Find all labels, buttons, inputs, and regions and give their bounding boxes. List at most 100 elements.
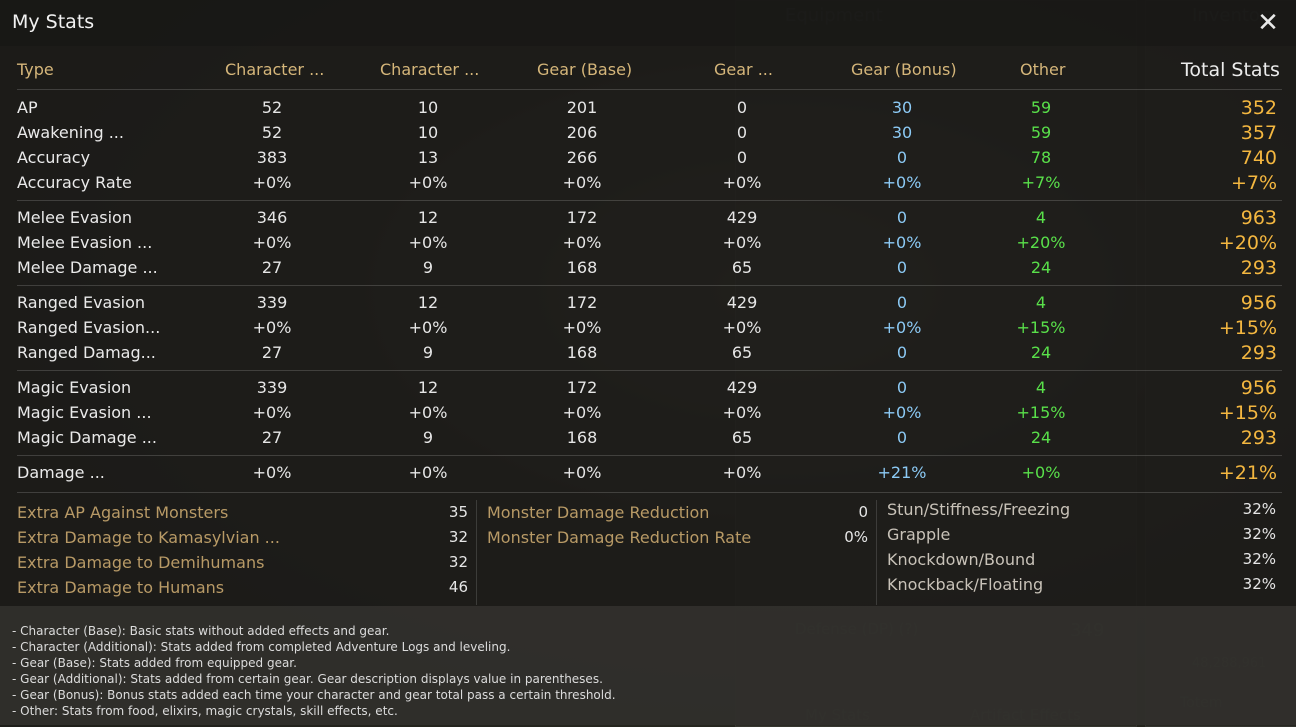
stat-character-additional: 9 xyxy=(422,428,434,447)
stat-character-base: 339 xyxy=(256,378,288,397)
extra-stat-value: 0 xyxy=(858,503,868,521)
stat-gear-additional: +0% xyxy=(722,233,762,252)
header-character-base: Character ... xyxy=(225,60,325,79)
extra-stat-label: Knockback/Floating xyxy=(887,575,1044,594)
stat-character-base: 27 xyxy=(261,343,283,362)
stat-character-additional: +0% xyxy=(408,173,448,192)
stat-row: AP 52 10 201 0 30 59 352 xyxy=(0,97,1296,122)
footnote-line: - Gear (Base): Stats added from equipped… xyxy=(12,656,297,670)
stat-total: 352 xyxy=(1240,97,1277,119)
stat-total: +15% xyxy=(1218,317,1277,339)
stat-name: Melee Evasion xyxy=(17,208,132,227)
stat-other: 24 xyxy=(1030,343,1052,362)
stat-other: 59 xyxy=(1030,123,1052,142)
stat-gear-base: +0% xyxy=(562,318,602,337)
stat-character-additional: 9 xyxy=(422,343,434,362)
stat-other: 24 xyxy=(1030,428,1052,447)
stat-gear-base: +0% xyxy=(562,403,602,422)
stat-character-additional: 10 xyxy=(417,123,439,142)
stat-other: 4 xyxy=(1035,293,1047,312)
stat-total: +21% xyxy=(1218,462,1277,484)
stat-gear-additional: +0% xyxy=(722,173,762,192)
stat-row: Magic Damage ... 27 9 168 65 0 24 293 xyxy=(0,427,1296,452)
stat-gear-base: 172 xyxy=(566,293,598,312)
stat-total: 956 xyxy=(1240,377,1277,399)
stat-row: Ranged Damag... 27 9 168 65 0 24 293 xyxy=(0,342,1296,367)
stat-character-base: 52 xyxy=(261,98,283,117)
stat-gear-base: 168 xyxy=(566,258,598,277)
stat-gear-bonus: +0% xyxy=(882,173,922,192)
stat-row: Damage ... +0% +0% +0% +0% +21% +0% +21% xyxy=(0,462,1296,487)
stat-gear-bonus: 0 xyxy=(896,148,908,167)
header-character-additional: Character ... xyxy=(380,60,480,79)
stat-name: Awakening ... xyxy=(17,123,124,142)
stat-other: 24 xyxy=(1030,258,1052,277)
column-divider xyxy=(476,500,477,605)
stat-other: +7% xyxy=(1021,173,1061,192)
stat-character-base: 339 xyxy=(256,293,288,312)
extra-stat-label: Extra Damage to Kamasylvian ... xyxy=(17,528,280,547)
stat-total: +20% xyxy=(1218,232,1277,254)
stat-gear-additional: 65 xyxy=(731,258,753,277)
footnote-line: - Gear (Bonus): Bonus stats added each t… xyxy=(12,688,616,702)
row-separator xyxy=(17,370,1282,371)
extra-stat-value: 32 xyxy=(448,553,468,571)
stat-gear-base: 172 xyxy=(566,208,598,227)
stat-name: Magic Evasion ... xyxy=(17,403,152,422)
stat-gear-bonus: 0 xyxy=(896,428,908,447)
stat-other: +15% xyxy=(1016,318,1066,337)
stat-name: Melee Damage ... xyxy=(17,258,158,277)
stat-row: Ranged Evasion 339 12 172 429 0 4 956 xyxy=(0,292,1296,317)
stat-character-base: +0% xyxy=(252,173,292,192)
stat-gear-bonus: +0% xyxy=(882,403,922,422)
stat-gear-base: +0% xyxy=(562,463,602,482)
stat-gear-additional: 429 xyxy=(726,378,758,397)
extra-stat-value: 35 xyxy=(448,503,468,521)
stat-name: Melee Evasion ... xyxy=(17,233,153,252)
stat-gear-base: +0% xyxy=(562,233,602,252)
header-gear-bonus: Gear (Bonus) xyxy=(851,60,957,79)
extra-stat-label: Extra AP Against Monsters xyxy=(17,503,229,522)
window-title: My Stats xyxy=(12,11,95,33)
stat-name: Damage ... xyxy=(17,463,105,482)
row-separator xyxy=(17,285,1282,286)
stat-gear-bonus: 0 xyxy=(896,343,908,362)
stat-character-additional: 12 xyxy=(417,293,439,312)
extra-stat-label: Stun/Stiffness/Freezing xyxy=(887,500,1071,519)
stat-character-additional: 12 xyxy=(417,378,439,397)
footnote-line: - Gear (Additional): Stats added from ce… xyxy=(12,672,603,686)
stat-row: Accuracy Rate +0% +0% +0% +0% +0% +7% +7% xyxy=(0,172,1296,197)
stat-total: 740 xyxy=(1240,147,1277,169)
extra-stat-label: Extra Damage to Demihumans xyxy=(17,553,265,572)
stat-character-base: 346 xyxy=(256,208,288,227)
extra-stat-value: 32% xyxy=(1242,525,1276,543)
column-divider xyxy=(876,500,877,605)
stat-total: 293 xyxy=(1240,427,1277,449)
stat-name: AP xyxy=(17,98,38,117)
header-total-stats: Total Stats xyxy=(1181,59,1280,81)
stat-gear-additional: 65 xyxy=(731,428,753,447)
stat-name: Accuracy Rate xyxy=(17,173,132,192)
stat-character-base: 383 xyxy=(256,148,288,167)
header-other: Other xyxy=(1020,60,1066,79)
stat-gear-additional: 429 xyxy=(726,293,758,312)
stat-total: 293 xyxy=(1240,342,1277,364)
header-gear-additional: Gear ... xyxy=(714,60,773,79)
footnote-line: - Character (Base): Basic stats without … xyxy=(12,624,390,638)
close-button[interactable]: ✕ xyxy=(1254,9,1282,37)
stat-gear-additional: +0% xyxy=(722,318,762,337)
stat-name: Accuracy xyxy=(17,148,91,167)
stat-character-additional: +0% xyxy=(408,233,448,252)
extra-stat-label: Knockdown/Bound xyxy=(887,550,1036,569)
row-separator xyxy=(17,455,1282,456)
stat-total: 357 xyxy=(1240,122,1277,144)
stat-row: Accuracy 383 13 266 0 0 78 740 xyxy=(0,147,1296,172)
stat-gear-base: 266 xyxy=(566,148,598,167)
stat-gear-additional: 65 xyxy=(731,343,753,362)
row-separator xyxy=(17,200,1282,201)
stat-character-additional: 9 xyxy=(422,258,434,277)
stat-gear-bonus: +0% xyxy=(882,233,922,252)
stat-other: +15% xyxy=(1016,403,1066,422)
stat-gear-additional: 0 xyxy=(736,148,748,167)
stat-total: 293 xyxy=(1240,257,1277,279)
